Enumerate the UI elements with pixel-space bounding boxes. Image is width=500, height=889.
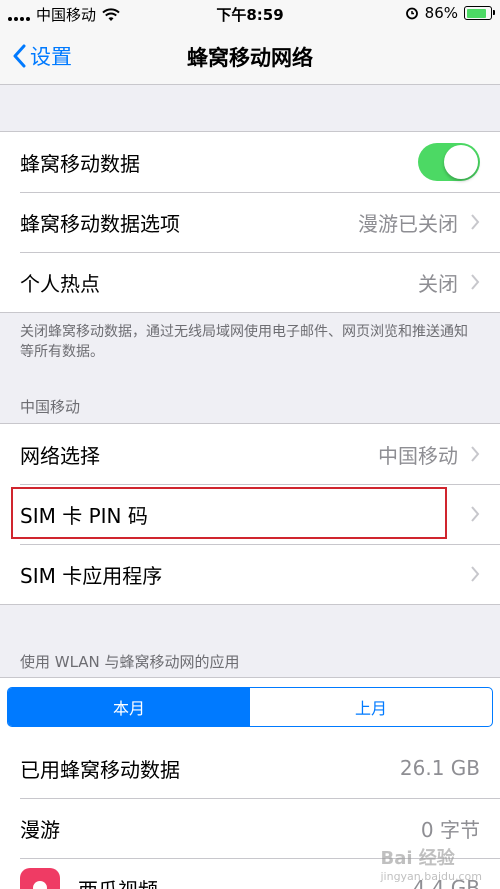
cellular-data-row: 蜂窝移动数据 bbox=[0, 132, 500, 192]
network-selection-label: 网络选择 bbox=[20, 443, 100, 468]
segment-this-month[interactable]: 本月 bbox=[8, 688, 250, 726]
roaming-label: 漫游 bbox=[20, 817, 60, 842]
cellular-options-row[interactable]: 蜂窝移动数据选项 漫游已关闭 bbox=[0, 192, 500, 252]
used-data-label: 已用蜂窝移动数据 bbox=[20, 757, 180, 782]
apps-section-header: 使用 WLAN 与蜂窝移动网的应用 bbox=[20, 653, 240, 671]
status-bar: 中国移动 下午8:59 86% bbox=[0, 0, 500, 28]
xigua-video-app-icon bbox=[20, 868, 60, 889]
used-data-row: 已用蜂窝移动数据 26.1 GB bbox=[0, 738, 500, 798]
carrier-section-header: 中国移动 bbox=[20, 398, 81, 416]
status-right: 86% bbox=[405, 4, 495, 22]
chevron-right-icon bbox=[471, 446, 480, 462]
used-data-value: 26.1 GB bbox=[399, 756, 480, 780]
cellular-options-label: 蜂窝移动数据选项 bbox=[20, 211, 180, 236]
alarm-icon bbox=[405, 7, 418, 20]
watermark-main: Bai 经验 bbox=[380, 848, 455, 869]
watermark-sub: jingyan.baidu.com bbox=[380, 870, 482, 883]
roaming-value: 0 字节 bbox=[420, 817, 480, 842]
sim-apps-label: SIM 卡应用程序 bbox=[20, 563, 163, 588]
hotspot-value: 关闭 bbox=[418, 271, 458, 296]
cellular-options-value: 漫游已关闭 bbox=[358, 211, 458, 236]
page-title: 蜂窝移动网络 bbox=[187, 46, 313, 70]
battery-icon bbox=[464, 6, 495, 20]
battery-percent: 86% bbox=[424, 4, 458, 22]
hotspot-row[interactable]: 个人热点 关闭 bbox=[0, 252, 500, 312]
app-name: 西瓜视频 bbox=[78, 874, 413, 889]
chevron-right-icon bbox=[471, 566, 480, 582]
hotspot-label: 个人热点 bbox=[20, 271, 100, 296]
period-segmented-control: 本月 上月 bbox=[7, 687, 493, 727]
network-selection-value: 中国移动 bbox=[378, 443, 458, 468]
network-selection-row[interactable]: 网络选择 中国移动 bbox=[0, 424, 500, 484]
cellular-data-label: 蜂窝移动数据 bbox=[20, 151, 140, 176]
chevron-right-icon bbox=[471, 506, 480, 522]
segment-last-month[interactable]: 上月 bbox=[250, 688, 492, 726]
cellular-group: 蜂窝移动数据 蜂窝移动数据选项 漫游已关闭 个人热点 关闭 bbox=[0, 131, 500, 313]
chevron-right-icon bbox=[471, 214, 480, 230]
sim-apps-row[interactable]: SIM 卡应用程序 bbox=[0, 544, 500, 604]
cellular-footnote: 关闭蜂窝移动数据，通过无线局域网使用电子邮件、网页浏览和推送通知等所有数据。 bbox=[20, 324, 468, 360]
chevron-right-icon bbox=[471, 274, 480, 290]
navigation-bar: 设置 蜂窝移动网络 bbox=[0, 28, 500, 85]
sim-pin-label: SIM 卡 PIN 码 bbox=[20, 503, 148, 528]
cellular-data-toggle[interactable] bbox=[418, 143, 480, 181]
watermark: Bai 经验 jingyan.baidu.com bbox=[380, 844, 482, 883]
sim-pin-row[interactable]: SIM 卡 PIN 码 bbox=[0, 484, 500, 544]
carrier-group: 网络选择 中国移动 SIM 卡 PIN 码 SIM 卡应用程序 bbox=[0, 423, 500, 605]
